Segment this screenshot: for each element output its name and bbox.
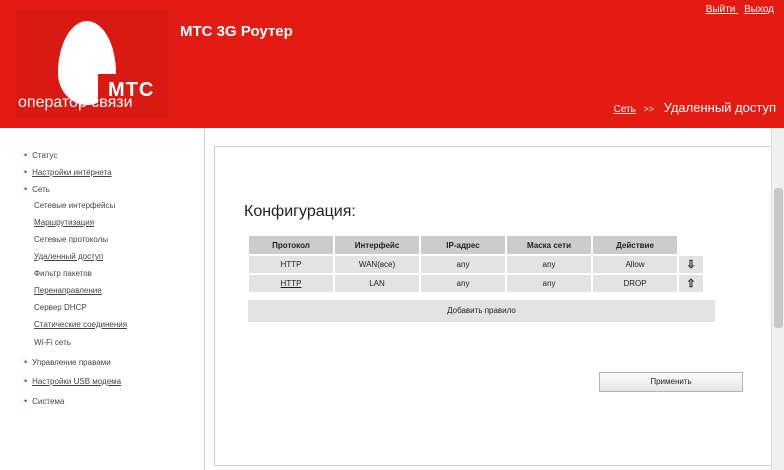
scrollbar-thumb[interactable] bbox=[774, 188, 783, 328]
table-row: HTTP LAN any any DROP ⇧ bbox=[249, 275, 703, 292]
scrollbar[interactable] bbox=[771, 128, 784, 470]
sidebar-item[interactable]: Сервер DHCP bbox=[34, 303, 87, 312]
header: МТС оператор связи МТС 3G Роутер Выйти В… bbox=[0, 0, 784, 128]
sidebar-item[interactable]: Сеть bbox=[24, 184, 50, 194]
cell-interface: WAN(все) bbox=[335, 256, 419, 273]
sidebar-item[interactable]: Сетевые интерфейсы bbox=[34, 201, 115, 210]
sidebar-item[interactable]: Статус bbox=[24, 150, 57, 160]
sidebar-item[interactable]: Настройки USB модема bbox=[24, 376, 121, 386]
sidebar-item[interactable]: Wi-Fi сеть bbox=[34, 338, 71, 347]
sidebar-item[interactable]: Маршрутизация bbox=[34, 218, 94, 227]
cell-protocol: HTTP bbox=[249, 256, 333, 273]
sidebar-item-label: Статус bbox=[32, 151, 58, 160]
apply-button[interactable]: Применить bbox=[599, 372, 743, 392]
sidebar-item-label: Сетевые интерфейсы bbox=[34, 201, 116, 210]
sidebar-item-label: Управление правами bbox=[32, 358, 111, 367]
sidebar-item[interactable]: Настройки интернета bbox=[24, 167, 112, 177]
top-links: Выйти Выход bbox=[700, 4, 774, 15]
sidebar-item-label: Удаленный доступ bbox=[34, 252, 104, 261]
cell-protocol-link[interactable]: HTTP bbox=[249, 275, 333, 292]
cell-action: Allow bbox=[593, 256, 677, 273]
col-order bbox=[679, 236, 703, 254]
move-up-arrow-icon[interactable]: ⇧ bbox=[679, 275, 703, 292]
sidebar-item[interactable]: Система bbox=[24, 396, 64, 406]
col-interface: Интерфейс bbox=[335, 236, 419, 254]
sidebar: Статус Настройки интернета Сеть Сетевые инт… bbox=[0, 128, 205, 470]
sidebar-item-label: Маршрутизация bbox=[34, 218, 95, 227]
sidebar-item-label: Сервер DHCP bbox=[34, 303, 87, 312]
col-ip: IP-адрес bbox=[421, 236, 505, 254]
move-down-arrow-icon[interactable]: ⇩ bbox=[679, 256, 703, 273]
cell-ip: any bbox=[421, 256, 505, 273]
col-action: Действие bbox=[593, 236, 677, 254]
sidebar-item-label: Настройки интернета bbox=[32, 168, 112, 177]
sidebar-item-label: Сеть bbox=[32, 185, 50, 194]
sidebar-item-label: Статические соединения bbox=[34, 320, 128, 329]
sidebar-item[interactable]: Управление правами bbox=[24, 357, 111, 367]
sidebar-item-label: Фильтр пакетов bbox=[34, 269, 92, 278]
table-row: HTTP WAN(все) any any Allow ⇩ bbox=[249, 256, 703, 273]
col-mask: Маска сети bbox=[507, 236, 591, 254]
cell-ip: any bbox=[421, 275, 505, 292]
cell-action: DROP bbox=[593, 275, 677, 292]
col-protocol: Протокол bbox=[249, 236, 333, 254]
sidebar-item[interactable]: Удаленный доступ bbox=[34, 252, 103, 261]
table-header-row: Протокол Интерфейс IP-адрес Маска сети Д… bbox=[249, 236, 703, 254]
add-rule-button[interactable]: Добавить правило bbox=[248, 300, 715, 322]
main-panel: Конфигурация: Протокол Интерфейс IP-адре… bbox=[214, 146, 772, 466]
cell-mask: any bbox=[507, 256, 591, 273]
sidebar-item-label: Перенаправление bbox=[34, 286, 102, 295]
sidebar-item[interactable]: Перенаправление bbox=[34, 286, 102, 295]
sidebar-item-label: Настройки USB модема bbox=[32, 377, 122, 386]
cell-mask: any bbox=[507, 275, 591, 292]
operator-label: оператор связи bbox=[18, 94, 133, 111]
cell-interface: LAN bbox=[335, 275, 419, 292]
sidebar-item-label: Система bbox=[32, 397, 65, 406]
sidebar-item[interactable]: Статические соединения bbox=[34, 320, 127, 329]
exit-link[interactable]: Выход bbox=[744, 4, 774, 15]
sidebar-item[interactable]: Фильтр пакетов bbox=[34, 269, 92, 278]
rules-table: Протокол Интерфейс IP-адрес Маска сети Д… bbox=[247, 234, 705, 294]
breadcrumb-current: Удаленный доступ bbox=[663, 100, 776, 115]
breadcrumb-parent[interactable]: Сеть bbox=[614, 104, 636, 115]
breadcrumb-separator: >> bbox=[643, 104, 654, 114]
sidebar-item-label: Сетевые протоколы bbox=[34, 235, 109, 244]
sidebar-item[interactable]: Сетевые протоколы bbox=[34, 235, 108, 244]
config-title: Конфигурация: bbox=[244, 203, 356, 220]
sidebar-item-label: Wi-Fi сеть bbox=[34, 338, 71, 347]
breadcrumb: Сеть >> Удаленный доступ bbox=[614, 100, 776, 115]
app-title: МТС 3G Роутер bbox=[180, 23, 293, 40]
logout-link[interactable]: Выйти bbox=[706, 4, 736, 15]
